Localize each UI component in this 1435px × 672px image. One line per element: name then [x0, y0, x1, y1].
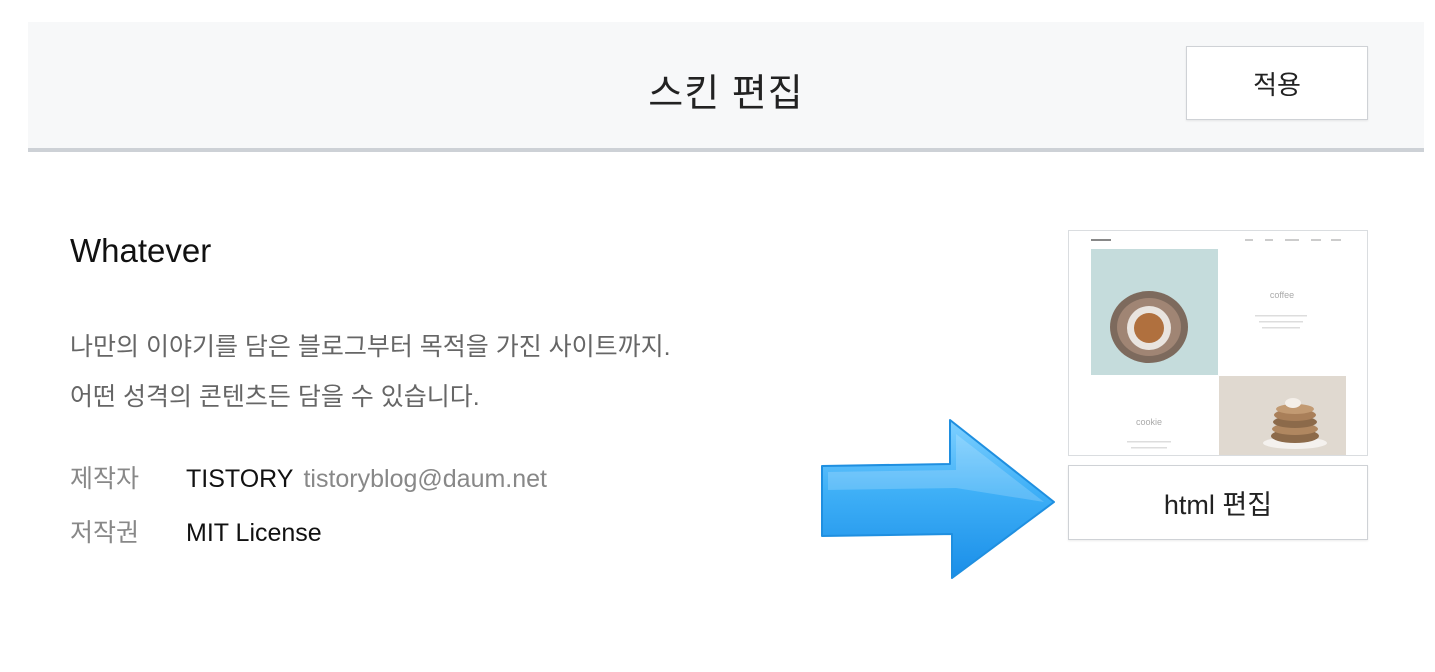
skin-edit-page: 스킨 편집 적용 Whatever 나만의 이야기를 담은 블로그부터 목적을 … — [0, 0, 1435, 672]
header-bar: 스킨 편집 적용 — [28, 22, 1424, 152]
license-row: 저작권 MIT License — [70, 506, 547, 560]
skin-description-line: 어떤 성격의 콘텐츠든 담을 수 있습니다. — [70, 383, 480, 411]
skin-preview-image: coffee cookie — [1069, 231, 1367, 455]
apply-button[interactable]: 적용 — [1186, 46, 1368, 120]
author-row: 제작자 TISTORY tistoryblog@daum.net — [70, 452, 547, 506]
skin-meta: 제작자 TISTORY tistoryblog@daum.net 저작권 MIT Li… — [70, 452, 547, 560]
license-label: 저작권 — [70, 519, 140, 547]
html-edit-button[interactable]: html 편집 — [1068, 465, 1368, 540]
skin-description: 나만의 이야기를 담은 블로그부터 목적을 가진 사이트까지. 어떤 성격의 콘… — [70, 322, 671, 422]
skin-name: Whatever — [70, 232, 212, 269]
right-arrow-icon — [821, 419, 1055, 579]
author-name: TISTORY — [186, 465, 294, 493]
author-email: tistoryblog@daum.net — [303, 465, 547, 493]
preview-coffee-label: coffee — [1270, 290, 1294, 300]
author-label: 제작자 — [70, 465, 140, 493]
skin-description-line: 나만의 이야기를 담은 블로그부터 목적을 가진 사이트까지. — [70, 333, 671, 361]
license-value: MIT License — [186, 519, 322, 547]
skin-preview-thumbnail: coffee cookie — [1068, 230, 1368, 456]
preview-cookie-label: cookie — [1136, 417, 1162, 427]
